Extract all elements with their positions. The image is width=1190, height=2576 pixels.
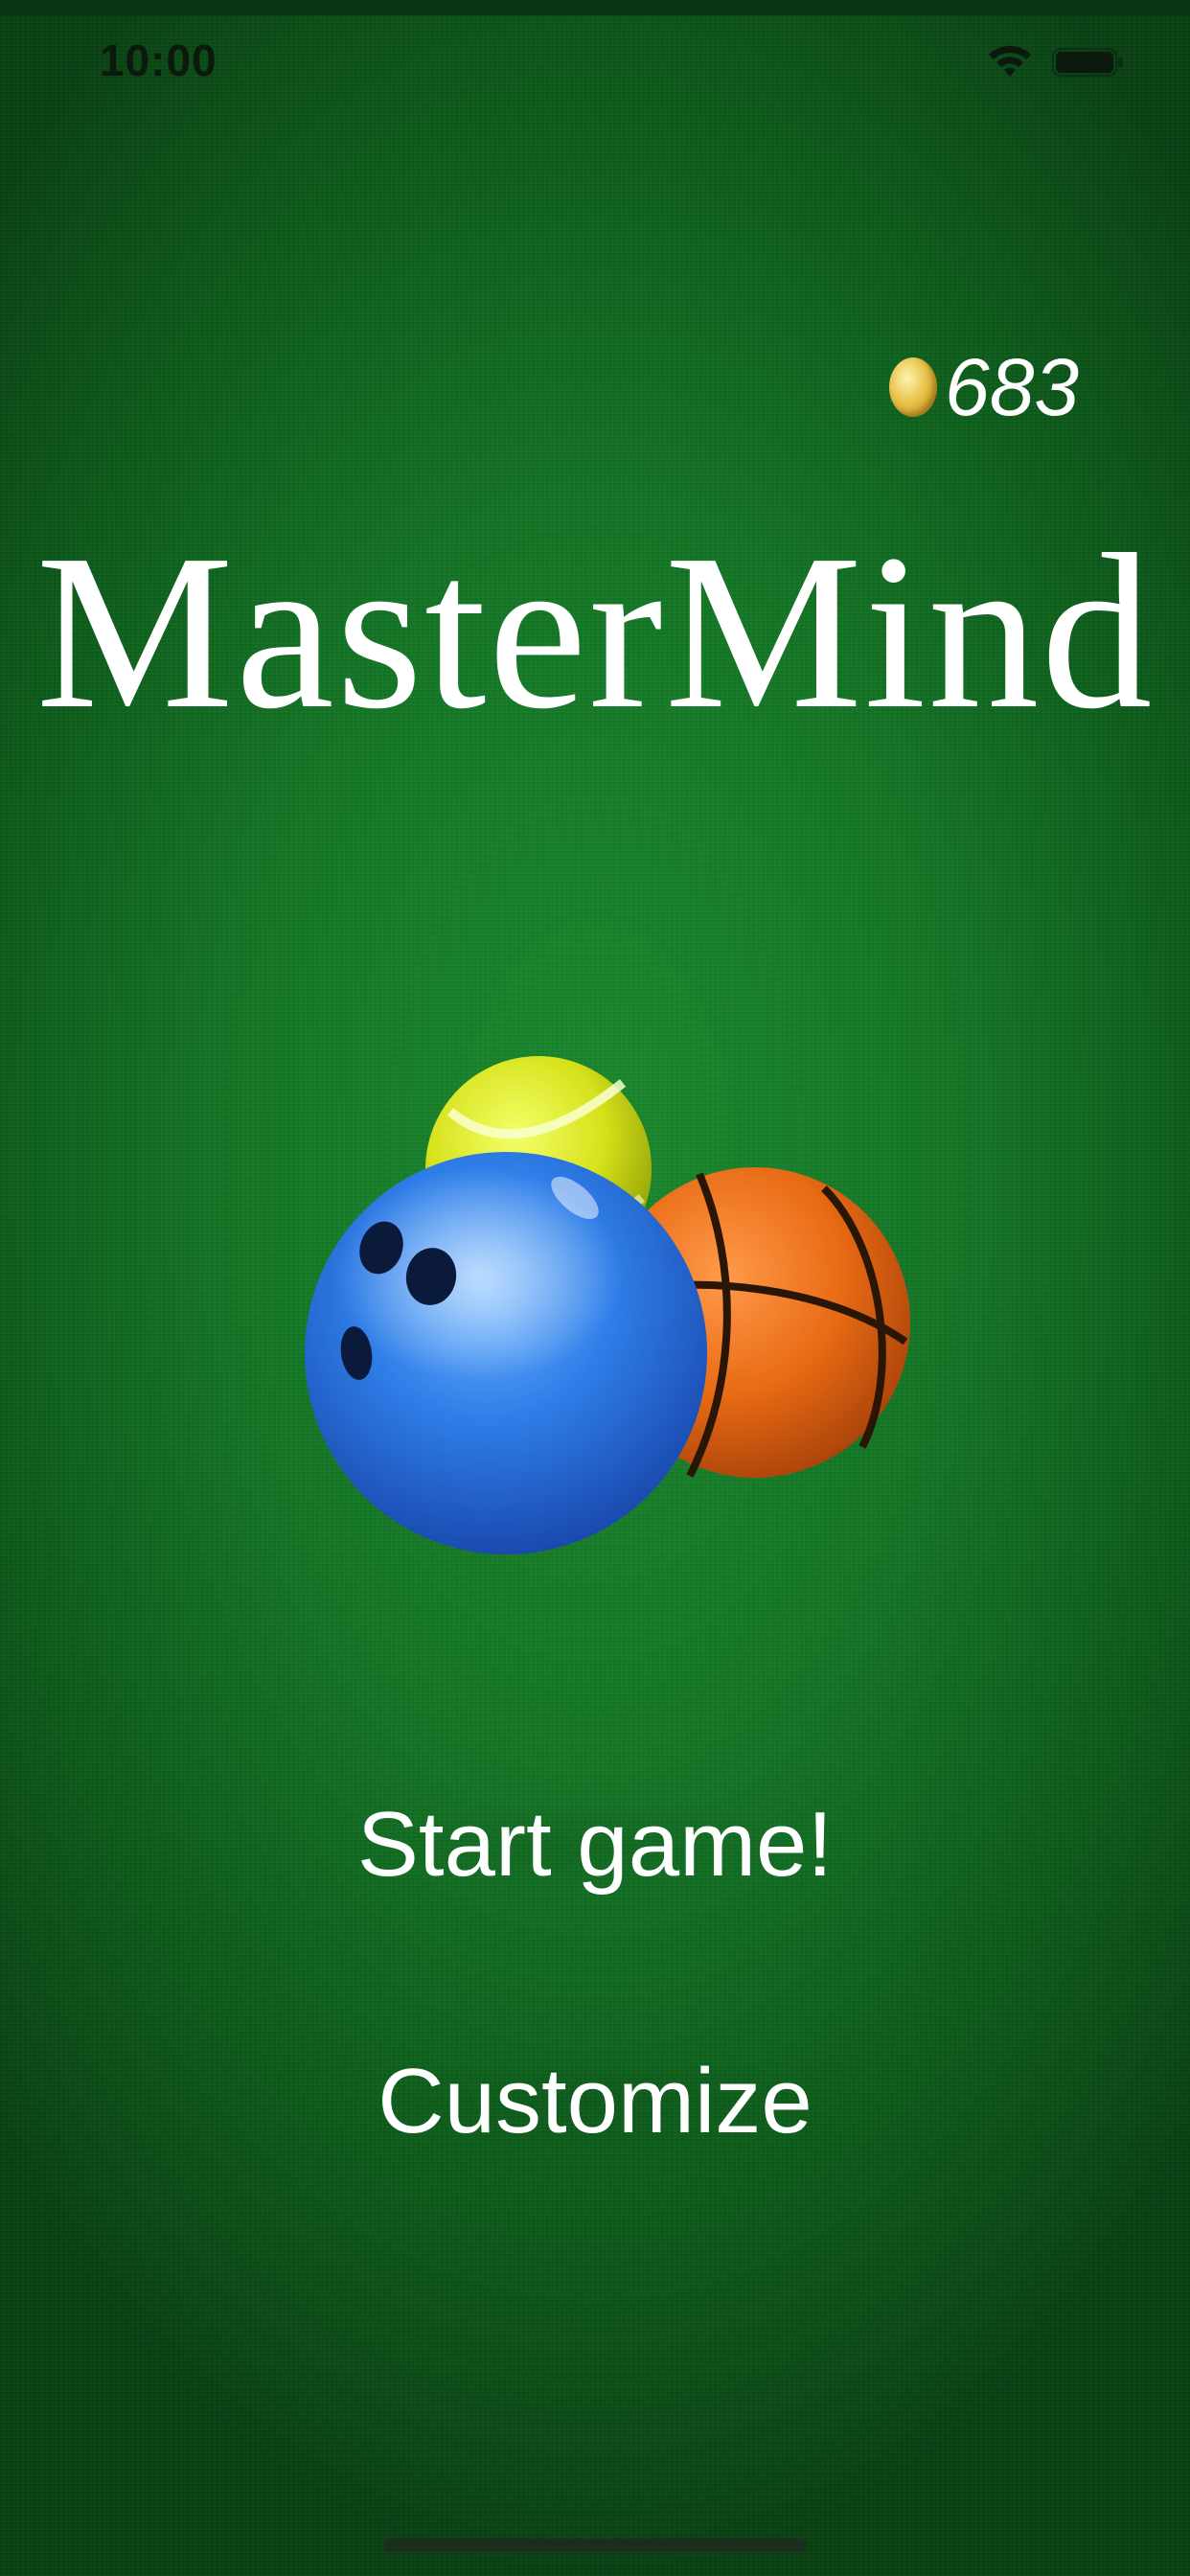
top-strip — [0, 0, 1190, 15]
balls-illustration — [305, 1056, 910, 1554]
start-game-label: Start game! — [356, 1793, 834, 1896]
coin-counter: 683 — [889, 341, 1079, 433]
wifi-icon — [989, 45, 1031, 77]
app-title: MasterMind — [35, 509, 1155, 755]
status-time: 10:00 — [100, 35, 217, 85]
battery-icon — [1052, 48, 1123, 77]
start-game-button[interactable]: Start game! — [308, 1773, 882, 1917]
bowling-ball-icon — [305, 1152, 707, 1554]
app-screen: 10:00 683 MasterMind Start game! Customi… — [0, 0, 1190, 2576]
coin-icon — [889, 357, 937, 417]
home-indicator[interactable] — [383, 2539, 807, 2552]
customize-button[interactable]: Customize — [308, 2030, 882, 2174]
customize-label: Customize — [378, 2050, 812, 2152]
status-bar: 10:00 — [0, 15, 1190, 111]
coin-count: 683 — [945, 341, 1080, 432]
